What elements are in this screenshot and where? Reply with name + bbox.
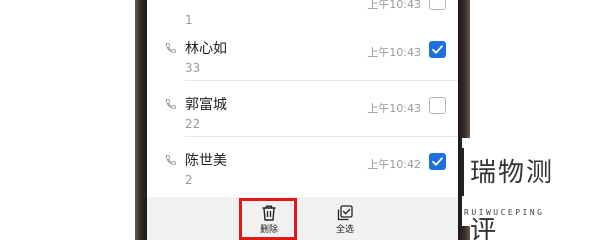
bottom-action-bar: 删除 全选	[147, 197, 458, 240]
call-count: 1	[185, 13, 193, 27]
delete-highlight-box	[239, 198, 297, 240]
watermark-logo: 瑞物测评 RUIWUCEPING	[462, 138, 574, 240]
select-all-label: 全选	[335, 225, 354, 235]
row-checkbox[interactable]	[429, 0, 446, 10]
row-divider	[185, 136, 458, 137]
row-checkbox[interactable]	[429, 41, 446, 58]
watermark-chars: 瑞物测评	[470, 158, 555, 240]
contact-name: 郭富城	[185, 97, 227, 113]
phone-icon	[166, 99, 176, 109]
call-count: 33	[185, 61, 201, 75]
call-time: 上午10:42	[367, 158, 421, 171]
checkmark-icon	[432, 157, 443, 166]
call-time: 上午10:43	[367, 46, 421, 59]
phone-frame-left	[135, 0, 147, 240]
call-time: 上午10:43	[367, 102, 421, 115]
row-checkbox[interactable]	[429, 153, 446, 170]
row-checkbox[interactable]	[429, 97, 446, 114]
contact-name: 陈世美	[185, 153, 227, 169]
contact-name: 林心如	[185, 41, 227, 57]
phone-icon	[166, 43, 176, 53]
select-all-button[interactable]: 全选	[331, 204, 359, 235]
call-time: 上午10:43	[367, 0, 421, 11]
row-divider	[185, 80, 458, 81]
phone-icon	[166, 155, 176, 165]
checkmark-icon	[432, 45, 443, 54]
select-all-icon	[337, 205, 353, 221]
watermark-subtitle: RUIWUCEPING	[464, 208, 545, 217]
call-count: 2	[185, 173, 193, 187]
call-count: 22	[185, 117, 201, 131]
watermark-bar	[462, 148, 464, 196]
